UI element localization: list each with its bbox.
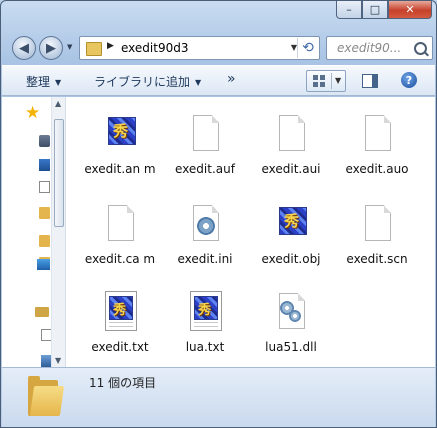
address-bar[interactable]: ▶ exedit90d3 ▼ ⟲ [79, 36, 320, 60]
file-name: lua51.dll [265, 340, 317, 354]
blank-file-icon [102, 203, 138, 245]
preview-pane-icon[interactable] [362, 74, 378, 88]
blank-file-icon [187, 113, 223, 155]
computer-icon[interactable] [37, 259, 50, 270]
organize-label: 整理 [26, 75, 51, 89]
explorer-window: – □ ✕ ◀ ▶ ▼ ▶ exedit90d3 ▼ ⟲ exedit90...… [0, 0, 437, 428]
search-placeholder: exedit90... [337, 41, 402, 55]
breadcrumb-arrow-icon[interactable]: ▶ [107, 41, 114, 51]
include-in-library-label: ライブラリに追加 [94, 75, 191, 89]
maximize-button[interactable]: □ [362, 1, 388, 19]
recent-places-icon[interactable] [39, 181, 50, 193]
file-name: exedit.ca m [84, 252, 156, 266]
file-name: exedit.auf [175, 162, 235, 176]
file-item[interactable]: 秀 exedit.an m [78, 107, 162, 193]
file-name: lua.txt [185, 340, 225, 354]
minimize-button[interactable]: – [336, 1, 362, 19]
file-list: 秀 exedit.an m exedit.auf exedit.aui exed… [66, 97, 435, 367]
navigation-pane: ★ ▲ ▼ [2, 97, 66, 367]
file-name: exedit.ini [177, 252, 233, 266]
text-file-icon: 秀 [187, 291, 223, 333]
folder-icon[interactable] [39, 207, 50, 219]
view-grid-icon [313, 75, 325, 87]
file-item[interactable]: exedit.auf [163, 107, 247, 193]
back-button[interactable]: ◀ [12, 36, 36, 60]
command-bar: 整理 ▼ ライブラリに追加 ▼ » ▼ ? [2, 65, 435, 96]
scroll-down-icon[interactable]: ▼ [55, 356, 61, 365]
file-item[interactable]: exedit.ini [163, 197, 247, 283]
address-path[interactable]: exedit90d3 [121, 41, 188, 55]
chevron-down-icon: ▼ [195, 78, 202, 87]
forward-button[interactable]: ▶ [39, 36, 63, 60]
file-name: exedit.aui [261, 162, 321, 176]
item-count: 11 個の項目 [89, 376, 157, 390]
file-item[interactable]: 秀 lua.txt [163, 285, 247, 371]
navigation-scrollbar[interactable]: ▲ ▼ [51, 97, 65, 367]
chevron-down-icon: ▼ [55, 78, 62, 87]
refresh-icon[interactable]: ⟲ [297, 38, 318, 58]
help-icon[interactable]: ? [401, 72, 417, 88]
file-item[interactable]: 秀 exedit.obj [249, 197, 333, 283]
close-button[interactable]: ✕ [388, 1, 432, 19]
file-name: exedit.scn [346, 252, 408, 266]
desktop-icon[interactable] [39, 159, 50, 171]
file-item[interactable]: exedit.ca m [78, 197, 162, 283]
organize-menu[interactable]: 整理 ▼ [26, 73, 61, 90]
recent-pages-dropdown-icon[interactable]: ▼ [67, 43, 72, 51]
file-name: exedit.auo [345, 162, 409, 176]
blank-file-icon [273, 113, 309, 155]
search-box[interactable]: exedit90... [326, 36, 433, 60]
divider [331, 73, 332, 89]
file-item[interactable]: 秀 exedit.txt [78, 285, 162, 371]
search-icon[interactable] [414, 42, 427, 55]
file-name: exedit.an m [84, 162, 156, 176]
change-view-button[interactable]: ▼ [306, 70, 346, 92]
folder-icon [86, 42, 102, 56]
text-file-icon: 秀 [102, 291, 138, 333]
exedit-app-icon: 秀 [273, 203, 309, 245]
folder-icon[interactable] [39, 235, 50, 247]
details-pane: 11 個の項目 [2, 367, 435, 427]
navigation-bar: ◀ ▶ ▼ ▶ exedit90d3 ▼ ⟲ exedit90... [1, 33, 436, 63]
blank-file-icon [359, 113, 395, 155]
file-item[interactable]: exedit.auo [335, 107, 419, 193]
exedit-app-icon: 秀 [102, 113, 138, 155]
more-commands-button[interactable]: » [227, 71, 236, 87]
folder-icon [28, 376, 65, 416]
library-icon[interactable] [35, 307, 49, 317]
settings-file-icon [187, 203, 223, 245]
file-name: exedit.txt [91, 340, 149, 354]
chevron-down-icon[interactable]: ▼ [335, 76, 341, 85]
blank-file-icon [359, 203, 395, 245]
scrollbar-thumb[interactable] [54, 119, 64, 227]
scroll-up-icon[interactable]: ▲ [55, 99, 61, 108]
downloads-icon[interactable] [39, 135, 50, 147]
favorites-star-icon[interactable]: ★ [25, 105, 40, 122]
file-item[interactable]: exedit.scn [335, 197, 419, 283]
file-name: exedit.obj [261, 252, 321, 266]
include-in-library-menu[interactable]: ライブラリに追加 ▼ [94, 73, 201, 90]
file-item[interactable]: lua51.dll [249, 285, 333, 371]
caption-buttons: – □ ✕ [336, 1, 432, 19]
file-item[interactable]: exedit.aui [249, 107, 333, 193]
dll-file-icon [273, 291, 309, 333]
